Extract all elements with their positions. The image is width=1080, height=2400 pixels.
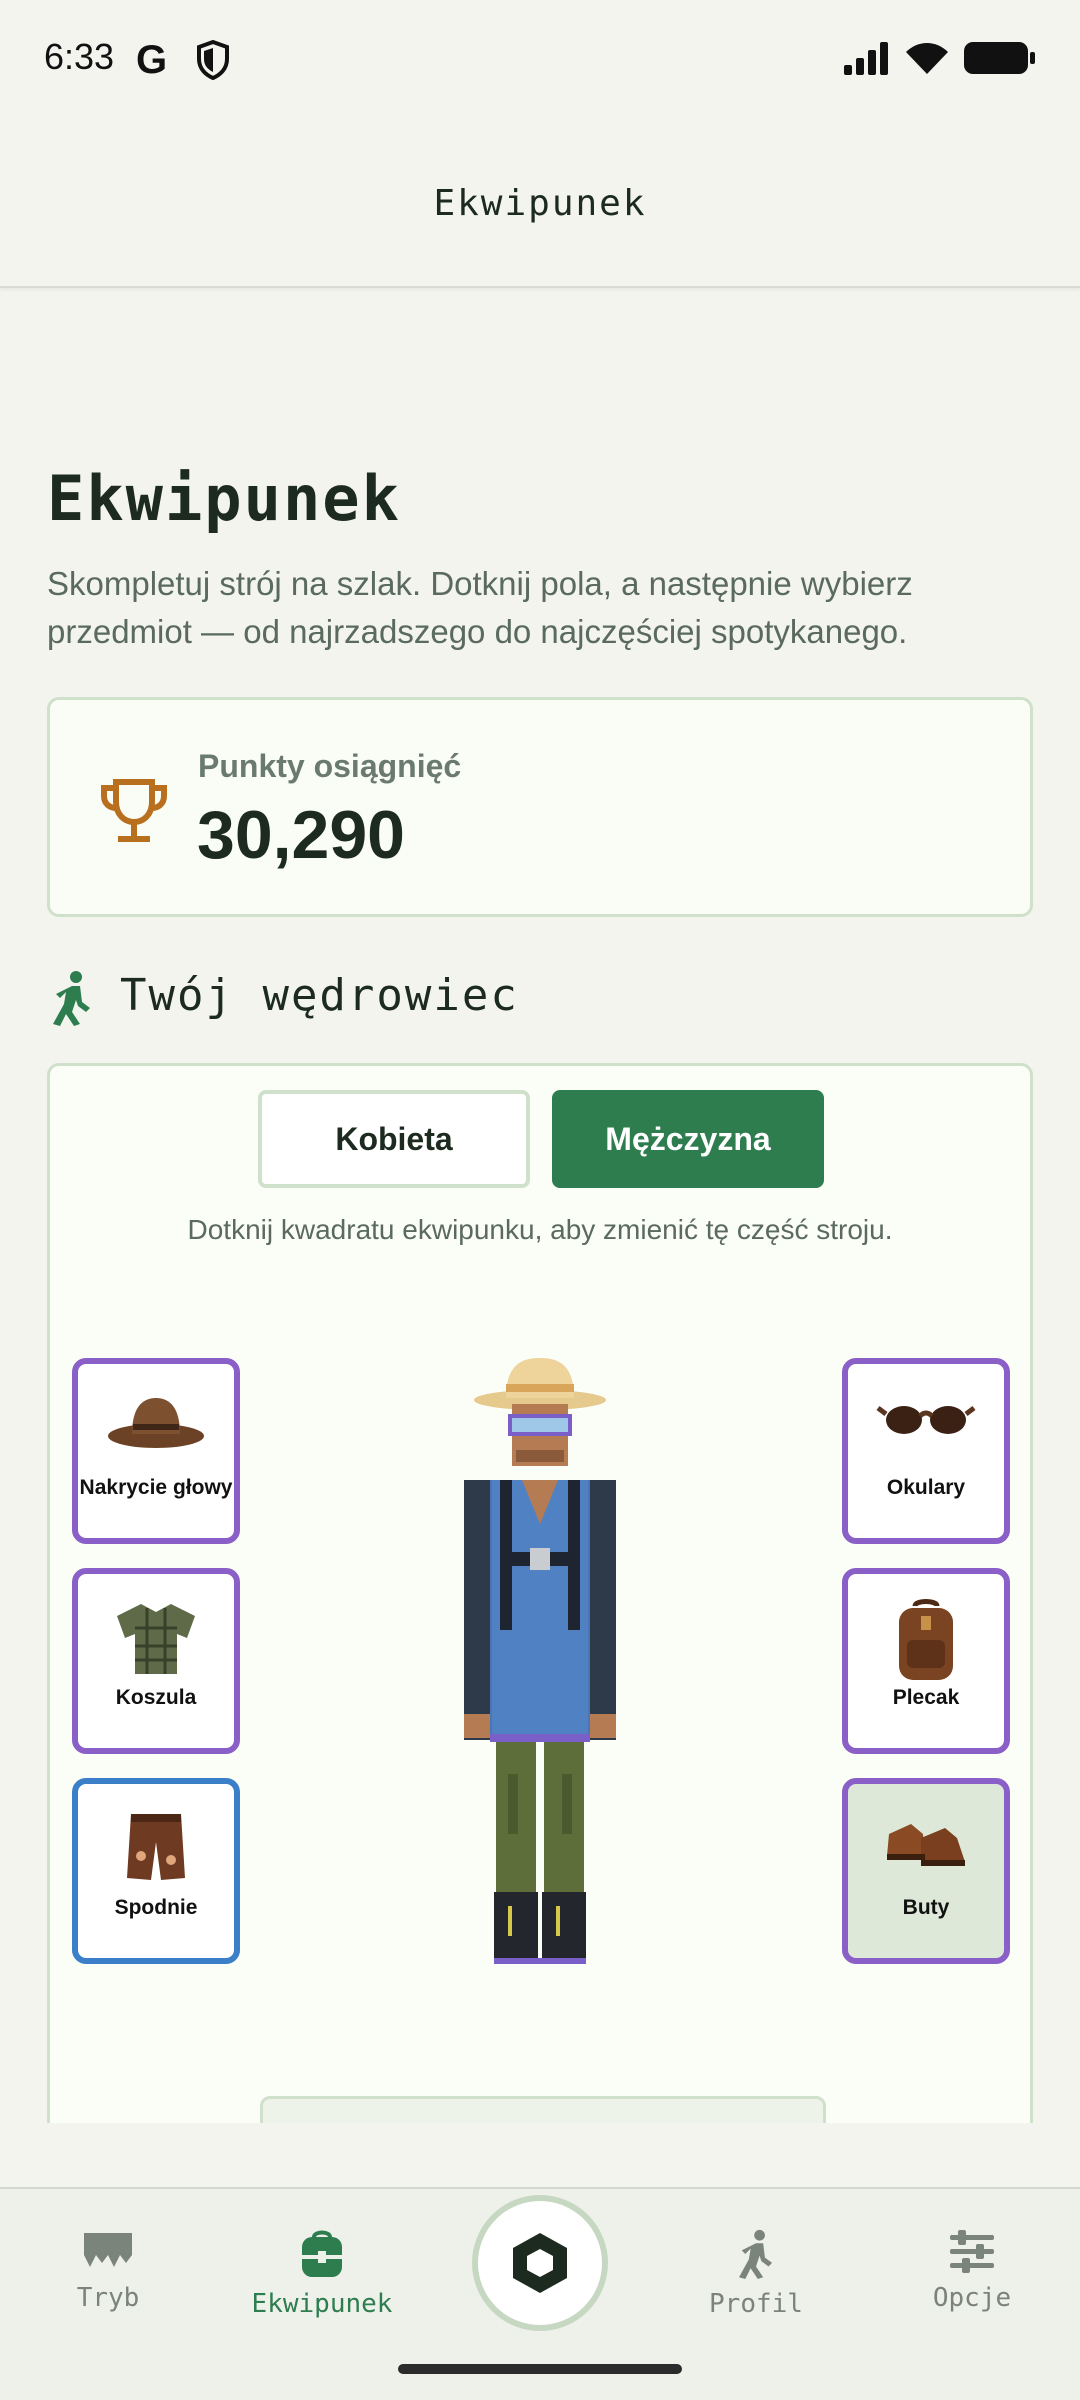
slot-label: Plecak <box>892 1686 960 1709</box>
nav-label: Opcje <box>932 2283 1012 2313</box>
status-icons <box>844 40 1036 76</box>
walker-icon <box>53 971 90 1026</box>
slot-shirt[interactable]: Koszula <box>72 1568 240 1754</box>
nav-item-opcje[interactable]: Opcje <box>872 2229 1072 2313</box>
home-indicator[interactable] <box>398 2364 682 2374</box>
shorts-icon <box>127 1814 185 1880</box>
hiker-avatar <box>464 1358 616 1964</box>
partial-panel <box>260 2096 826 2123</box>
boots-icon <box>887 1824 965 1866</box>
wanderer-card: Kobieta Mężczyzna Dotknij kwadratu ekwip… <box>47 1063 1033 2123</box>
shirt-icon <box>117 1604 195 1674</box>
slot-label: Nakrycie głowy <box>79 1476 233 1499</box>
app-bar-title: Ekwipunek <box>433 182 647 224</box>
hexagon-icon <box>513 2233 567 2293</box>
nav-item-tryb[interactable]: Tryb <box>8 2229 208 2313</box>
shield-icon <box>197 40 229 80</box>
slot-glasses[interactable]: Okulary <box>842 1358 1010 1544</box>
trophy-icon <box>101 779 167 842</box>
sliders-icon <box>950 2230 994 2273</box>
gender-female-button[interactable]: Kobieta <box>258 1090 530 1188</box>
sunglasses-icon <box>876 1406 976 1434</box>
page-title: Ekwipunek <box>47 462 401 535</box>
gender-male-button[interactable]: Mężczyzna <box>552 1090 824 1188</box>
achievement-points-card: Punkty osiągnięć 30,290 <box>47 697 1033 917</box>
signal-icon <box>844 42 888 75</box>
app-bar: Ekwipunek <box>0 120 1080 288</box>
hint-text: Dotknij kwadratu ekwipunku, aby zmienić … <box>187 1214 893 1245</box>
points-value: 30,290 <box>197 797 405 873</box>
wifi-icon <box>906 43 948 74</box>
slot-headwear[interactable]: Nakrycie głowy <box>72 1358 240 1544</box>
slot-pants[interactable]: Spodnie <box>72 1778 240 1964</box>
backpack-icon <box>302 2230 342 2277</box>
walker-icon <box>739 2229 773 2279</box>
slot-label: Koszula <box>115 1686 197 1709</box>
slot-label: Okulary <box>886 1476 966 1499</box>
points-label: Punkty osiągnięć <box>198 748 462 784</box>
backpack-icon <box>899 1599 953 1680</box>
slot-label: Spodnie <box>114 1896 198 1919</box>
slot-label: Buty <box>902 1896 950 1919</box>
nav-item-profil[interactable]: Profil <box>656 2229 856 2319</box>
slot-backpack[interactable]: Plecak <box>842 1568 1010 1754</box>
nav-label: Tryb <box>76 2283 140 2313</box>
nav-label: Ekwipunek <box>251 2289 393 2319</box>
nav-center-button[interactable] <box>472 2195 608 2331</box>
slot-boots[interactable]: Buty <box>842 1778 1010 1964</box>
status-time: 6:33 <box>44 36 115 77</box>
battery-icon <box>964 42 1035 74</box>
hat-icon <box>108 1398 204 1448</box>
map-icon <box>84 2233 132 2267</box>
google-icon: G <box>136 38 168 82</box>
nav-label: Profil <box>709 2289 803 2319</box>
nav-item-ekwipunek[interactable]: Ekwipunek <box>222 2229 422 2319</box>
section-title: Twój wędrowiec <box>120 970 519 1021</box>
status-bar: 6:33 G <box>0 0 1080 120</box>
page-description: Skompletuj strój na szlak. Dotknij pola,… <box>47 565 913 650</box>
